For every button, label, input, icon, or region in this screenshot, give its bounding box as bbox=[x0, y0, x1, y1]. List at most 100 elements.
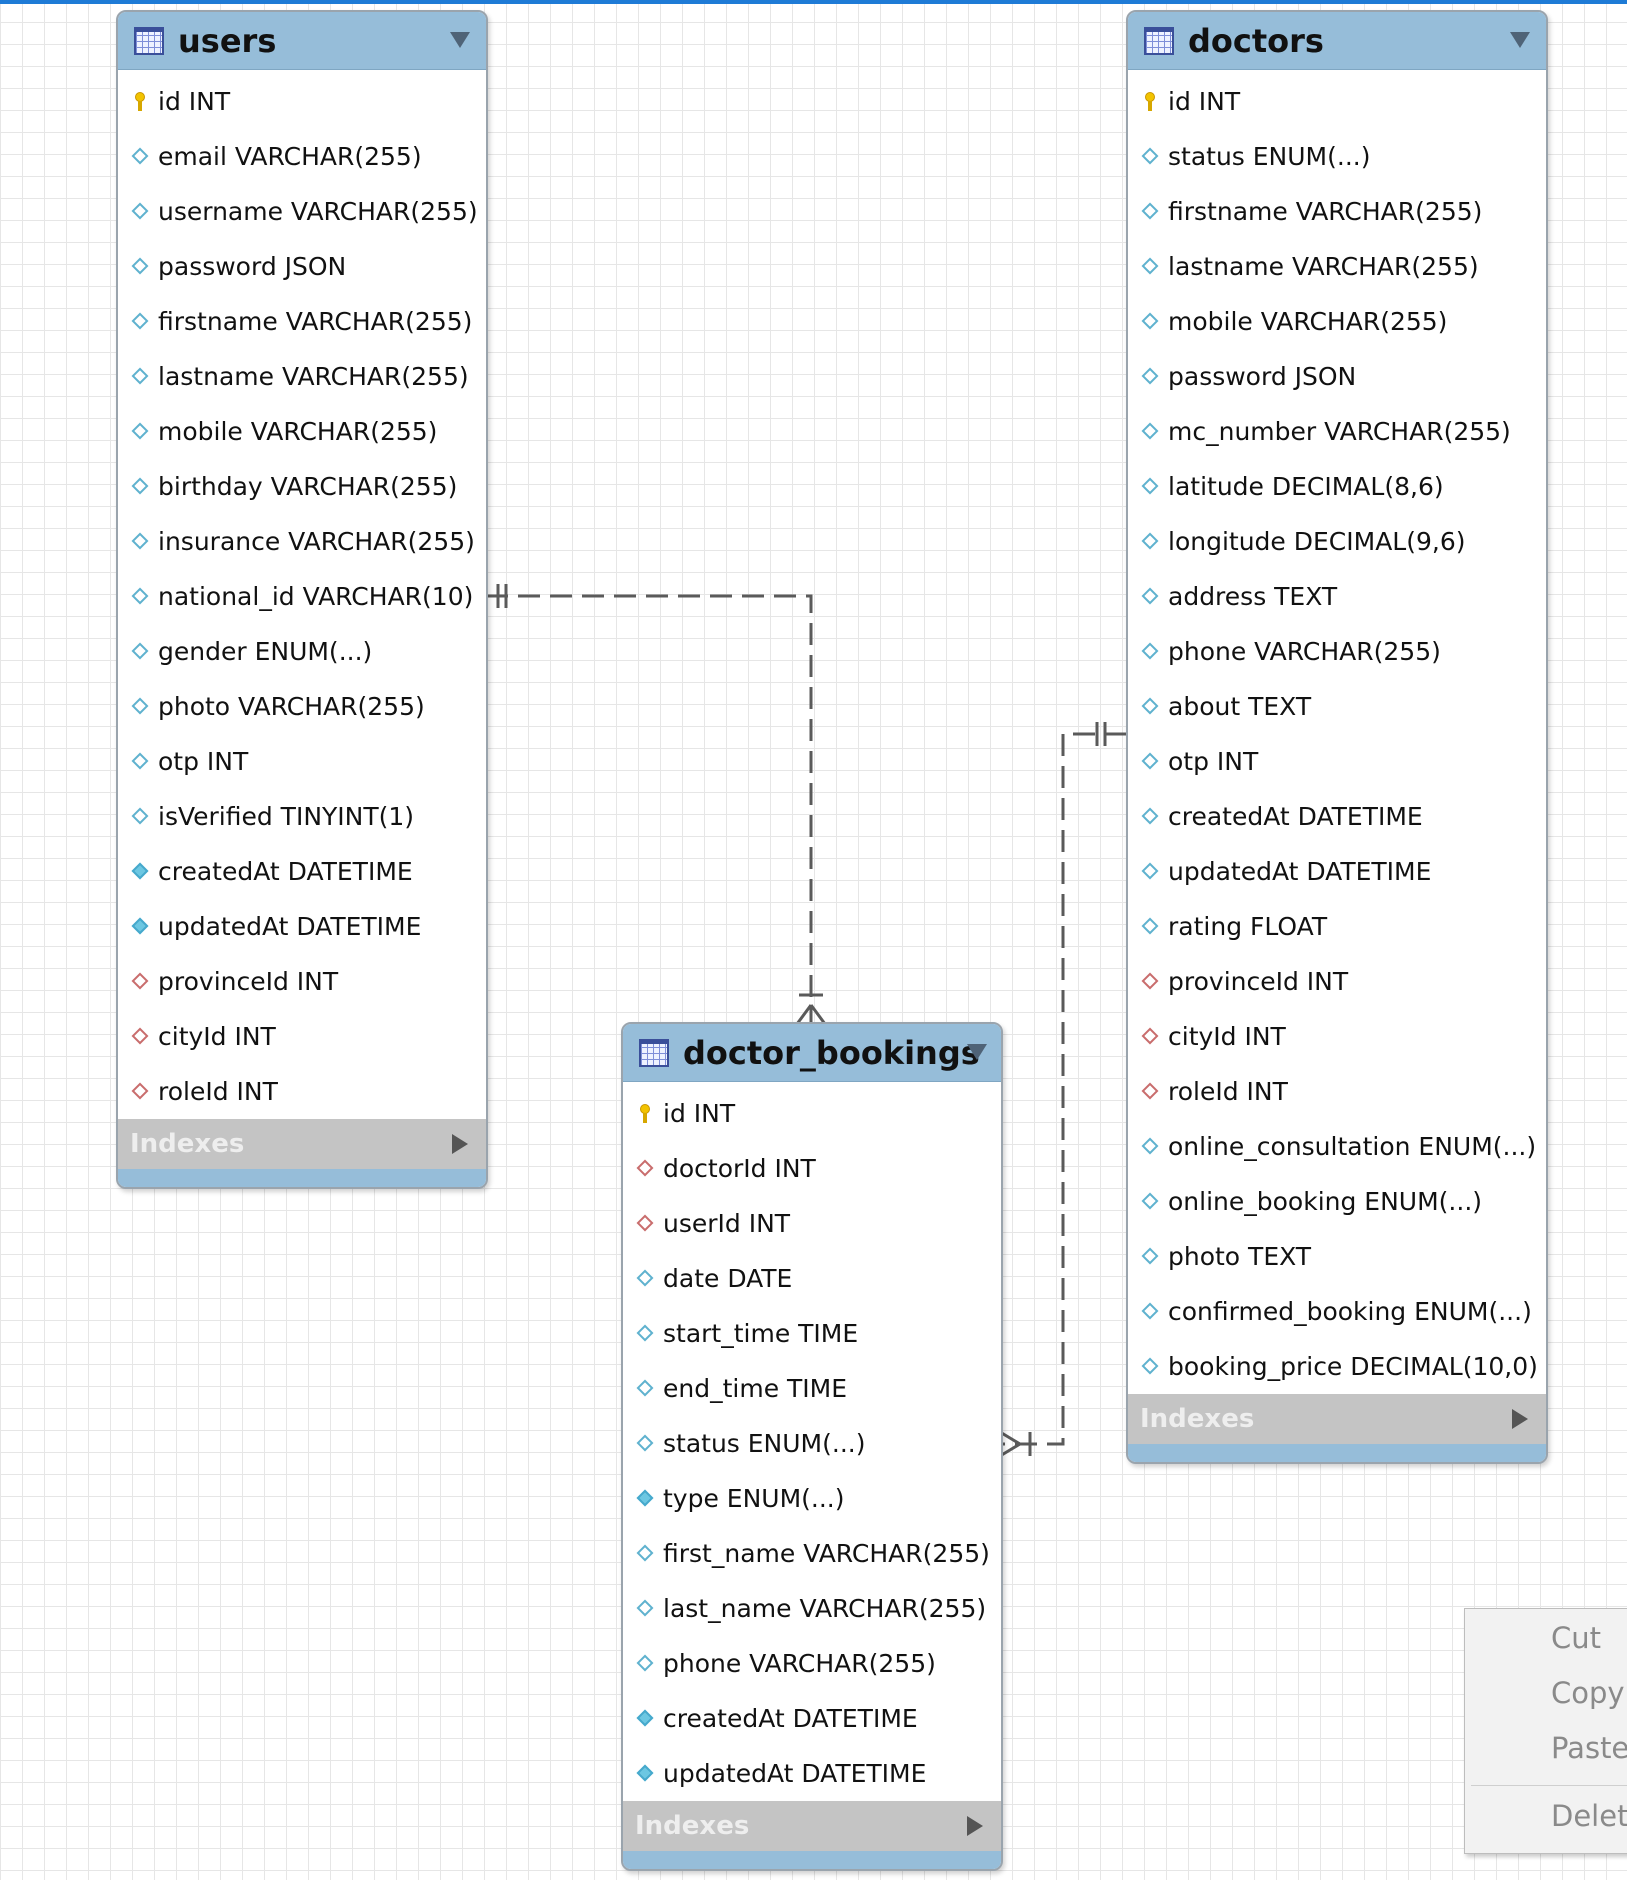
column-row[interactable]: start_time TIME bbox=[623, 1306, 1001, 1361]
column-row[interactable]: otp INT bbox=[118, 734, 486, 789]
menu-item-paste[interactable]: Paste bbox=[1551, 1731, 1627, 1765]
column-diamond-icon bbox=[1140, 1191, 1162, 1213]
column-row[interactable]: userId INT bbox=[623, 1196, 1001, 1251]
column-row[interactable]: isVerified TINYINT(1) bbox=[118, 789, 486, 844]
column-row[interactable]: createdAt DATETIME bbox=[623, 1691, 1001, 1746]
column-label: id INT bbox=[1168, 87, 1241, 116]
indexes-bar-doctor-bookings[interactable]: Indexes bbox=[623, 1801, 1001, 1851]
column-label: createdAt DATETIME bbox=[663, 1704, 918, 1733]
collapse-triangle-icon[interactable] bbox=[1510, 32, 1530, 48]
column-label: lastname VARCHAR(255) bbox=[1168, 252, 1479, 281]
column-row[interactable]: insurance VARCHAR(255) bbox=[118, 514, 486, 569]
column-row[interactable]: roleId INT bbox=[1128, 1064, 1546, 1119]
column-row[interactable]: date DATE bbox=[623, 1251, 1001, 1306]
column-row[interactable]: id INT bbox=[623, 1086, 1001, 1141]
column-row[interactable]: first_name VARCHAR(255) bbox=[623, 1526, 1001, 1581]
column-row[interactable]: booking_price DECIMAL(10,0) bbox=[1128, 1339, 1546, 1394]
column-row[interactable]: status ENUM(...) bbox=[623, 1416, 1001, 1471]
table-doctors[interactable]: doctors id INT status ENUM(...) firstname … bbox=[1126, 10, 1548, 1464]
column-row[interactable]: updatedAt DATETIME bbox=[623, 1746, 1001, 1801]
column-row[interactable]: id INT bbox=[1128, 74, 1546, 129]
menu-item-copy[interactable]: Copy bbox=[1551, 1676, 1625, 1710]
column-diamond-icon bbox=[1140, 201, 1162, 223]
column-label: doctorId INT bbox=[663, 1154, 816, 1183]
column-row[interactable]: provinceId INT bbox=[1128, 954, 1546, 1009]
column-row[interactable]: cityId INT bbox=[118, 1009, 486, 1064]
column-row[interactable]: cityId INT bbox=[1128, 1009, 1546, 1064]
column-row[interactable]: photo TEXT bbox=[1128, 1229, 1546, 1284]
expand-arrow-icon[interactable] bbox=[452, 1134, 468, 1154]
column-row[interactable]: online_booking ENUM(...) bbox=[1128, 1174, 1546, 1229]
column-label: gender ENUM(...) bbox=[158, 637, 373, 666]
column-row[interactable]: latitude DECIMAL(8,6) bbox=[1128, 459, 1546, 514]
column-label: firstname VARCHAR(255) bbox=[1168, 197, 1483, 226]
column-row[interactable]: about TEXT bbox=[1128, 679, 1546, 734]
column-row[interactable]: online_consultation ENUM(...) bbox=[1128, 1119, 1546, 1174]
foreign-key-diamond-icon bbox=[1140, 1026, 1162, 1048]
column-row[interactable]: lastname VARCHAR(255) bbox=[1128, 239, 1546, 294]
column-row[interactable]: firstname VARCHAR(255) bbox=[118, 294, 486, 349]
column-row[interactable]: longitude DECIMAL(9,6) bbox=[1128, 514, 1546, 569]
column-row[interactable]: phone VARCHAR(255) bbox=[1128, 624, 1546, 679]
table-icon bbox=[639, 1038, 669, 1067]
column-row[interactable]: password JSON bbox=[1128, 349, 1546, 404]
column-diamond-icon bbox=[1140, 1246, 1162, 1268]
expand-arrow-icon[interactable] bbox=[1512, 1409, 1528, 1429]
collapse-triangle-icon[interactable] bbox=[450, 32, 470, 48]
table-doctor-bookings[interactable]: doctor_bookings id INT doctorId INT userId… bbox=[621, 1022, 1003, 1871]
table-header-doctor-bookings[interactable]: doctor_bookings bbox=[623, 1024, 1001, 1082]
column-row[interactable]: rating FLOAT bbox=[1128, 899, 1546, 954]
table-footer-doctor-bookings bbox=[623, 1851, 1001, 1869]
column-diamond-icon bbox=[130, 696, 152, 718]
column-row[interactable]: firstname VARCHAR(255) bbox=[1128, 184, 1546, 239]
column-row[interactable]: email VARCHAR(255) bbox=[118, 129, 486, 184]
menu-item-cut[interactable]: Cut bbox=[1551, 1621, 1601, 1655]
column-row[interactable]: username VARCHAR(255) bbox=[118, 184, 486, 239]
column-row[interactable]: photo VARCHAR(255) bbox=[118, 679, 486, 734]
column-row[interactable]: phone VARCHAR(255) bbox=[623, 1636, 1001, 1691]
column-row[interactable]: status ENUM(...) bbox=[1128, 129, 1546, 184]
column-row[interactable]: createdAt DATETIME bbox=[118, 844, 486, 899]
column-label: phone VARCHAR(255) bbox=[1168, 637, 1441, 666]
columns-doctors: id INT status ENUM(...) firstname VARCHAR(… bbox=[1128, 70, 1546, 1394]
column-row[interactable]: otp INT bbox=[1128, 734, 1546, 789]
column-row[interactable]: type ENUM(...) bbox=[623, 1471, 1001, 1526]
column-row[interactable]: mobile VARCHAR(255) bbox=[118, 404, 486, 459]
column-row[interactable]: password JSON bbox=[118, 239, 486, 294]
collapse-triangle-icon[interactable] bbox=[967, 1044, 987, 1060]
column-diamond-icon bbox=[1140, 641, 1162, 663]
column-row[interactable]: updatedAt DATETIME bbox=[1128, 844, 1546, 899]
column-label: id INT bbox=[158, 87, 231, 116]
column-row[interactable]: doctorId INT bbox=[623, 1141, 1001, 1196]
column-row[interactable]: confirmed_booking ENUM(...) bbox=[1128, 1284, 1546, 1339]
column-row[interactable]: updatedAt DATETIME bbox=[118, 899, 486, 954]
column-filled-diamond-icon bbox=[130, 861, 152, 883]
indexes-label: Indexes bbox=[1140, 1404, 1255, 1434]
column-row[interactable]: lastname VARCHAR(255) bbox=[118, 349, 486, 404]
column-label: password JSON bbox=[158, 252, 347, 281]
column-row[interactable]: address TEXT bbox=[1128, 569, 1546, 624]
column-label: last_name VARCHAR(255) bbox=[663, 1594, 987, 1623]
column-row[interactable]: end_time TIME bbox=[623, 1361, 1001, 1416]
column-row[interactable]: mc_number VARCHAR(255) bbox=[1128, 404, 1546, 459]
table-users[interactable]: users id INT email VARCHAR(255) username V… bbox=[116, 10, 488, 1189]
primary-key-icon bbox=[1140, 91, 1162, 113]
column-row[interactable]: last_name VARCHAR(255) bbox=[623, 1581, 1001, 1636]
column-row[interactable]: birthday VARCHAR(255) bbox=[118, 459, 486, 514]
indexes-bar-doctors[interactable]: Indexes bbox=[1128, 1394, 1546, 1444]
column-row[interactable]: createdAt DATETIME bbox=[1128, 789, 1546, 844]
indexes-bar-users[interactable]: Indexes bbox=[118, 1119, 486, 1169]
column-row[interactable]: mobile VARCHAR(255) bbox=[1128, 294, 1546, 349]
column-row[interactable]: gender ENUM(...) bbox=[118, 624, 486, 679]
table-header-users[interactable]: users bbox=[118, 12, 486, 70]
column-diamond-icon bbox=[635, 1598, 657, 1620]
column-row[interactable]: roleId INT bbox=[118, 1064, 486, 1119]
menu-item-delete[interactable]: Delete bbox=[1551, 1799, 1627, 1833]
column-row[interactable]: id INT bbox=[118, 74, 486, 129]
column-label: longitude DECIMAL(9,6) bbox=[1168, 527, 1466, 556]
table-header-doctors[interactable]: doctors bbox=[1128, 12, 1546, 70]
column-row[interactable]: national_id VARCHAR(10) bbox=[118, 569, 486, 624]
column-label: status ENUM(...) bbox=[663, 1429, 866, 1458]
expand-arrow-icon[interactable] bbox=[967, 1816, 983, 1836]
column-row[interactable]: provinceId INT bbox=[118, 954, 486, 1009]
